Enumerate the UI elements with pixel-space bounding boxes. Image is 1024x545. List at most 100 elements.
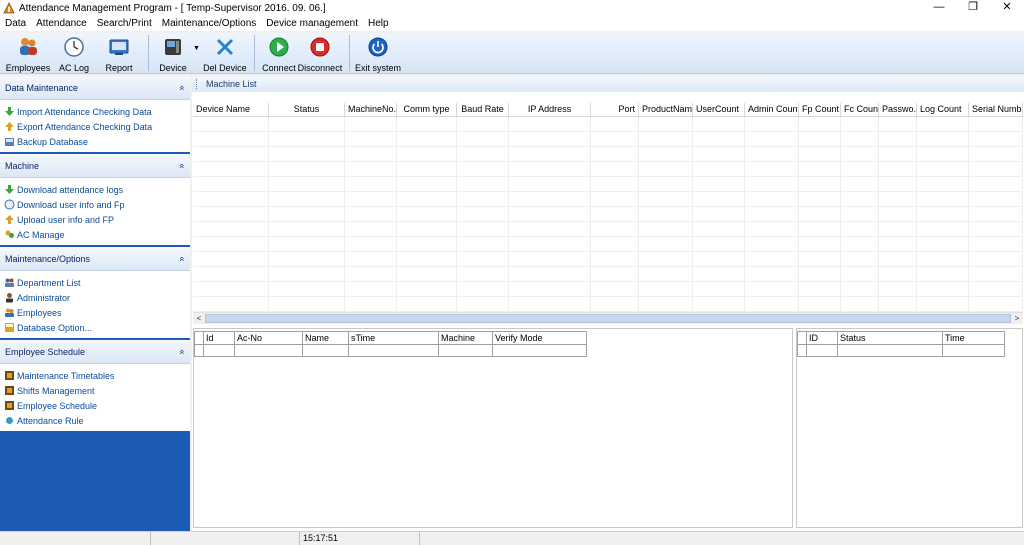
sidebar-item-attendance-rule[interactable]: Attendance Rule	[0, 413, 190, 428]
machine-list-grid[interactable]: Device Name Status MachineNo. Comm type …	[193, 103, 1023, 313]
restore-button[interactable]: ❐	[956, 0, 990, 16]
toolbar-separator	[148, 35, 149, 71]
col-status-id[interactable]: ID	[807, 331, 838, 345]
col-comm-type[interactable]: Comm type	[397, 103, 457, 116]
menu-attendance[interactable]: Attendance	[31, 16, 92, 31]
sidebar-group-maintenance-options: Maintenance/Options « Department List Ad…	[0, 247, 190, 338]
sidebar-item-employees[interactable]: Employees	[0, 305, 190, 320]
sidebar-item-administrator[interactable]: Administrator	[0, 290, 190, 305]
col-stime[interactable]: sTime	[349, 331, 439, 345]
collapse-chevron-icon[interactable]: «	[177, 85, 187, 90]
col-fc-count[interactable]: Fc Count	[841, 103, 879, 116]
ac-log-button[interactable]: AC Log	[52, 33, 96, 74]
col-product-name[interactable]: ProductName	[639, 103, 693, 116]
machine-list-empty-row[interactable]	[193, 147, 1023, 162]
col-name[interactable]: Name	[303, 331, 349, 345]
col-status[interactable]: Status	[269, 103, 345, 116]
col-port[interactable]: Port	[591, 103, 639, 116]
sidebar-item-maintenance-timetables[interactable]: Maintenance Timetables	[0, 368, 190, 383]
exit-system-button[interactable]: Exit system	[355, 33, 401, 74]
col-device-name[interactable]: Device Name	[193, 103, 269, 116]
group-header-data-maintenance[interactable]: Data Maintenance «	[0, 76, 190, 100]
collapse-chevron-icon[interactable]: «	[177, 349, 187, 354]
col-baud-rate[interactable]: Baud Rate	[457, 103, 509, 116]
machine-list-empty-row[interactable]	[193, 282, 1023, 297]
sidebar-item-ac-manage[interactable]: AC Manage	[0, 227, 190, 242]
globe-icon	[4, 199, 15, 210]
report-button[interactable]: Report	[96, 33, 142, 74]
col-log-count[interactable]: Log Count	[917, 103, 969, 116]
connect-button[interactable]: Connect	[261, 33, 297, 74]
device-button[interactable]: Device	[155, 33, 191, 74]
collapse-chevron-icon[interactable]: «	[177, 163, 187, 168]
menu-device-management[interactable]: Device management	[261, 16, 363, 31]
sidebar-item-export-attendance[interactable]: Export Attendance Checking Data	[0, 119, 190, 134]
col-serial-number[interactable]: Serial Number	[969, 103, 1023, 116]
status-grid-empty-row[interactable]	[797, 345, 1022, 357]
col-password[interactable]: Passwo...	[879, 103, 917, 116]
log-grid-empty-row[interactable]	[194, 345, 792, 357]
sidebar-item-import-attendance[interactable]: Import Attendance Checking Data	[0, 104, 190, 119]
menu-data[interactable]: Data	[0, 16, 31, 31]
group-header-machine[interactable]: Machine «	[0, 154, 190, 178]
group-title: Employee Schedule	[5, 346, 86, 357]
sidebar-item-department-list[interactable]: Department List	[0, 275, 190, 290]
col-ac-no[interactable]: Ac-No	[235, 331, 303, 345]
col-ip-address[interactable]: IP Address	[509, 103, 591, 116]
machine-list-empty-row[interactable]	[193, 162, 1023, 177]
group-title: Maintenance/Options	[5, 253, 91, 264]
group-title: Data Maintenance	[5, 82, 79, 93]
col-id[interactable]: Id	[204, 331, 235, 345]
machine-list-empty-row[interactable]	[193, 222, 1023, 237]
sidebar-item-backup-database[interactable]: Backup Database	[0, 134, 190, 149]
group-header-maintenance-options[interactable]: Maintenance/Options «	[0, 247, 190, 271]
machine-list-empty-row[interactable]	[193, 252, 1023, 267]
machine-list-empty-row[interactable]	[193, 177, 1023, 192]
scroll-right-arrow-icon[interactable]: >	[1011, 314, 1023, 323]
status-bar: 15:17:51	[0, 531, 1024, 545]
grip-handle[interactable]	[196, 79, 200, 89]
machine-list-empty-row[interactable]	[193, 192, 1023, 207]
window-title: Attendance Management Program - [ Temp-S…	[19, 2, 326, 14]
menu-maintenance-options[interactable]: Maintenance/Options	[157, 16, 262, 31]
minimize-button[interactable]: —	[922, 0, 956, 16]
col-status-time[interactable]: Time	[943, 331, 1005, 345]
del-device-button[interactable]: Del Device	[202, 33, 248, 74]
col-user-count[interactable]: UserCount	[693, 103, 745, 116]
col-machine[interactable]: Machine	[439, 331, 493, 345]
machine-list-empty-row[interactable]	[193, 207, 1023, 222]
machine-list-empty-row[interactable]	[193, 297, 1023, 312]
menu-search-print[interactable]: Search/Print	[92, 16, 157, 31]
group-header-employee-schedule[interactable]: Employee Schedule «	[0, 340, 190, 364]
col-machine-no[interactable]: MachineNo.	[345, 103, 397, 116]
col-admin-count[interactable]: Admin Count	[745, 103, 799, 116]
collapse-chevron-icon[interactable]: «	[177, 256, 187, 261]
disconnect-button[interactable]: Disconnect	[297, 33, 343, 74]
menu-help[interactable]: Help	[363, 16, 394, 31]
group-title: Machine	[5, 160, 40, 171]
sidebar-item-label: Employee Schedule	[17, 400, 98, 411]
sidebar-item-download-user-info[interactable]: Download user info and Fp	[0, 197, 190, 212]
scrollbar-thumb[interactable]	[205, 314, 1011, 323]
col-verify-mode[interactable]: Verify Mode	[493, 331, 587, 345]
sidebar-item-upload-user-info[interactable]: Upload user info and FP	[0, 212, 190, 227]
report-icon	[109, 39, 129, 55]
col-fp-count[interactable]: Fp Count	[799, 103, 841, 116]
employees-button[interactable]: Employees	[4, 33, 52, 74]
sidebar-item-database-option[interactable]: Database Option...	[0, 320, 190, 335]
machine-list-empty-row[interactable]	[193, 117, 1023, 132]
machine-list-empty-row[interactable]	[193, 267, 1023, 282]
machine-list-empty-row[interactable]	[193, 237, 1023, 252]
device-icon	[165, 39, 181, 55]
horizontal-scrollbar[interactable]: < >	[193, 312, 1023, 324]
scroll-left-arrow-icon[interactable]: <	[193, 314, 205, 323]
machine-list-empty-row[interactable]	[193, 132, 1023, 147]
sidebar-item-employee-schedule[interactable]: Employee Schedule	[0, 398, 190, 413]
sidebar-item-download-logs[interactable]: Download attendance logs	[0, 182, 190, 197]
device-dropdown-arrow[interactable]: ▼	[193, 33, 200, 52]
close-button[interactable]: ✕	[990, 0, 1024, 16]
row-selector-header	[797, 331, 807, 345]
sidebar-item-shifts-management[interactable]: Shifts Management	[0, 383, 190, 398]
col-status-status[interactable]: Status	[838, 331, 943, 345]
import-arrow-icon	[5, 107, 14, 116]
